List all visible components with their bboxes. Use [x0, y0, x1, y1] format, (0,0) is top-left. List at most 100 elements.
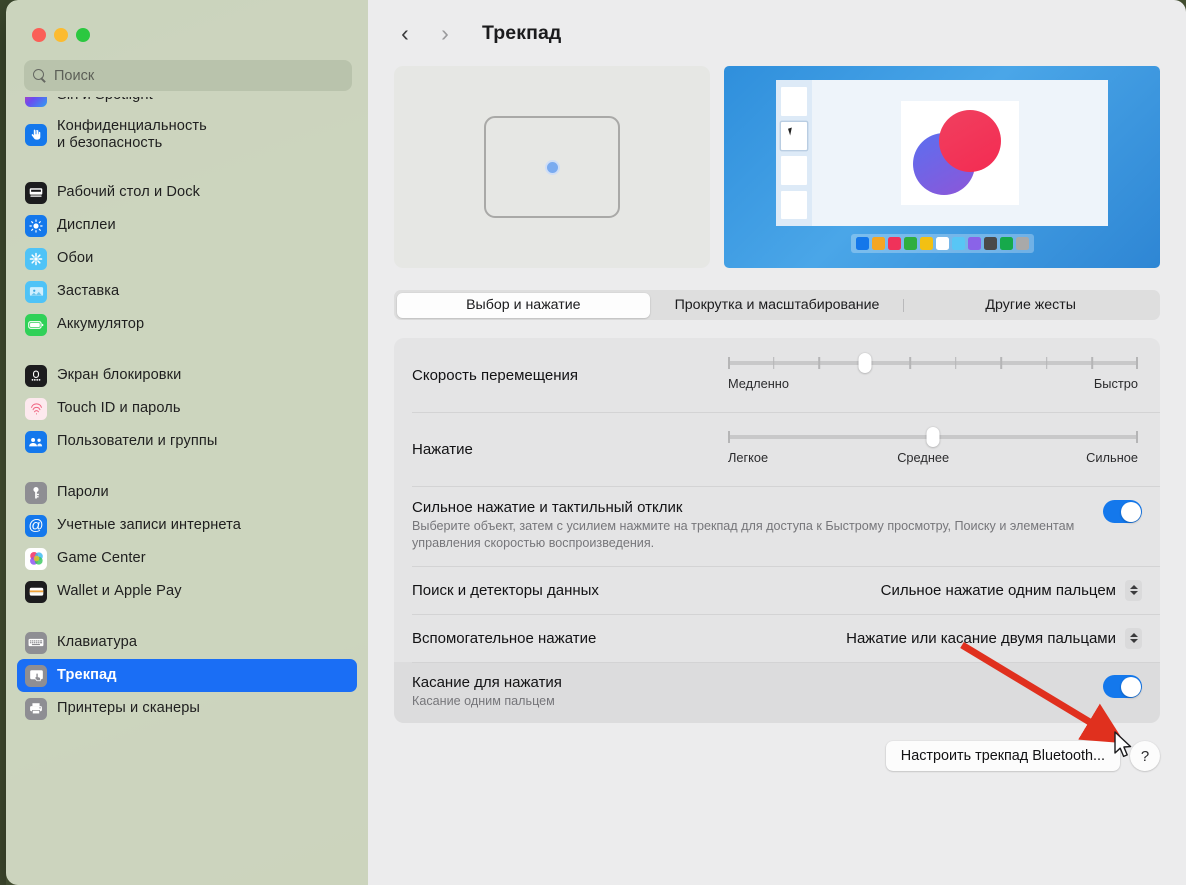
slider-thumb[interactable] — [926, 427, 940, 447]
sidebar-item-displays[interactable]: Дисплеи — [17, 209, 357, 242]
click-pressure-label: Нажатие — [412, 440, 473, 458]
search-icon — [33, 68, 47, 83]
tracking-speed-slider[interactable]: Медленно Быстро — [728, 353, 1142, 391]
row-click-pressure: Нажатие Легкое Среднее Сильное — [394, 412, 1160, 486]
row-secondary-click: Вспомогательное нажатие Нажатие или каса… — [394, 614, 1160, 662]
tap-to-click-toggle[interactable] — [1103, 675, 1142, 698]
settings-card: Скорость перемещения Медленно Быстро Наж… — [394, 338, 1160, 723]
sidebar-item-siri-spotlight[interactable]: Siri и Spotlight — [17, 97, 357, 112]
close-button[interactable] — [32, 28, 46, 42]
tab-label: Выбор и нажатие — [466, 297, 581, 313]
help-label: ? — [1140, 747, 1150, 765]
sidebar-item-users-groups[interactable]: Пользователи и группы — [17, 425, 357, 458]
color-swatch — [951, 237, 965, 250]
demo-thumbnail — [781, 156, 808, 185]
sidebar-item-wallet-apple-pay[interactable]: Wallet и Apple Pay — [17, 575, 357, 608]
demo-thumbnail — [781, 87, 808, 116]
force-click-text: Сильное нажатие и тактильный отклик Выбе… — [412, 499, 1103, 552]
page-title: Трекпад — [482, 21, 562, 44]
sidebar-item-internet-accounts[interactable]: @ Учетные записи интернета — [17, 509, 357, 542]
sidebar-item-touch-id[interactable]: Touch ID и пароль — [17, 392, 357, 425]
keyboard-icon — [25, 631, 47, 654]
slider-captions: Медленно Быстро — [728, 376, 1138, 391]
sidebar-item-wallpaper[interactable]: Обои — [17, 242, 357, 275]
chevron-left-icon[interactable]: ‹ — [390, 18, 420, 48]
sidebar-item-label: Дисплеи — [57, 217, 116, 234]
sidebar-item-passwords[interactable]: Пароли — [17, 476, 357, 509]
tab-more-gestures[interactable]: Другие жесты — [904, 293, 1158, 318]
chevron-right-icon[interactable]: › — [430, 18, 460, 48]
trackpad-outline — [484, 116, 620, 218]
force-click-toggle[interactable] — [1103, 500, 1142, 523]
slider-thumb[interactable] — [858, 353, 872, 373]
color-swatch — [967, 237, 981, 250]
sidebar-item-label: Конфиденциальность и безопасность — [57, 118, 207, 151]
sidebar-item-trackpad[interactable]: Трекпад — [17, 659, 357, 692]
color-swatch — [855, 237, 869, 250]
color-swatch — [999, 237, 1013, 250]
sidebar-item-label: Рабочий стол и Dock — [57, 184, 201, 201]
lookup-popup-button[interactable]: Сильное нажатие одним пальцем — [881, 579, 1142, 601]
sidebar-item-battery[interactable]: Аккумулятор — [17, 308, 357, 341]
sidebar-item-screensaver[interactable]: Заставка — [17, 275, 357, 308]
force-click-description: Выберите объект, затем с усилием нажмите… — [412, 519, 1075, 550]
color-swatch — [887, 237, 901, 250]
sidebar-item-label: Siri и Spotlight — [57, 97, 153, 104]
passwords-key-icon — [25, 481, 47, 504]
slider-end-tick — [1136, 357, 1138, 369]
battery-icon — [25, 313, 47, 336]
lock-screen-icon — [25, 364, 47, 387]
sidebar: Поиск Siri и Spotlight — [6, 0, 368, 885]
slider-tick — [1000, 357, 1002, 369]
sidebar-item-privacy-security[interactable]: Конфиденциальность и безопасность — [17, 112, 357, 158]
sidebar-group-3: Экран блокировки Touch ID и пароль Польз… — [17, 359, 357, 458]
users-groups-icon — [25, 430, 47, 453]
slider-captions: Легкое Среднее Сильное — [728, 450, 1138, 465]
slider-max-label: Быстро — [1093, 376, 1138, 391]
desktop-dock-icon — [25, 181, 47, 204]
slider-track — [728, 427, 1138, 447]
system-settings-window: Поиск Siri и Spotlight — [6, 0, 1186, 885]
sidebar-item-keyboard[interactable]: Клавиатура — [17, 626, 357, 659]
preview-row — [394, 66, 1160, 268]
trackpad-illustration — [394, 66, 710, 268]
sidebar-item-printers-scanners[interactable]: Принтеры и сканеры — [17, 692, 357, 725]
sidebar-item-desktop-dock[interactable]: Рабочий стол и Dock — [17, 176, 357, 209]
internet-accounts-icon: @ — [25, 514, 47, 537]
tab-scroll-and-zoom[interactable]: Прокрутка и масштабирование — [650, 293, 904, 318]
slider-end-tick — [728, 431, 730, 443]
tab-bar: Выбор и нажатие Прокрутка и масштабирова… — [394, 290, 1160, 320]
click-pressure-slider[interactable]: Легкое Среднее Сильное — [728, 427, 1142, 465]
zoom-button[interactable] — [76, 28, 90, 42]
tab-select-and-click[interactable]: Выбор и нажатие — [396, 292, 651, 318]
slider-tick — [954, 357, 957, 369]
toggle-knob — [1120, 501, 1141, 522]
gesture-demo-video[interactable] — [724, 66, 1160, 268]
slider-tick — [772, 357, 775, 369]
displays-icon — [25, 214, 47, 237]
search-input[interactable]: Поиск — [24, 60, 352, 91]
stepper-updown-icon[interactable] — [1125, 627, 1142, 649]
tap-to-click-label: Касание для нажатия — [412, 674, 562, 691]
minimize-button[interactable] — [54, 28, 68, 42]
stepper-updown-icon[interactable] — [1125, 579, 1142, 601]
slider-max-label: Сильное — [1086, 450, 1138, 465]
sidebar-item-lock-screen[interactable]: Экран блокировки — [17, 359, 357, 392]
secondary-click-popup-button[interactable]: Нажатие или касание двумя пальцами — [846, 627, 1142, 649]
row-tap-to-click: Касание для нажатия Касание одним пальце… — [394, 662, 1160, 723]
privacy-hand-icon — [25, 124, 47, 146]
tap-to-click-description: Касание одним пальцем — [412, 694, 555, 708]
demo-canvas — [812, 80, 1108, 226]
help-button[interactable]: ? — [1130, 741, 1160, 771]
sidebar-item-label: Заставка — [57, 283, 120, 300]
row-tracking-speed: Скорость перемещения Медленно Быстро — [394, 338, 1160, 412]
game-center-icon — [25, 547, 47, 570]
demo-circle-red — [938, 110, 1001, 172]
row-force-click: Сильное нажатие и тактильный отклик Выбе… — [394, 486, 1160, 566]
force-click-label: Сильное нажатие и тактильный отклик — [412, 499, 683, 516]
setup-bluetooth-trackpad-button[interactable]: Настроить трекпад Bluetooth... — [885, 741, 1120, 771]
sidebar-item-label: Клавиатура — [57, 634, 138, 651]
sidebar-item-game-center[interactable]: Game Center — [17, 542, 357, 575]
slider-tick — [909, 357, 911, 369]
tab-label: Прокрутка и масштабирование — [674, 297, 880, 313]
